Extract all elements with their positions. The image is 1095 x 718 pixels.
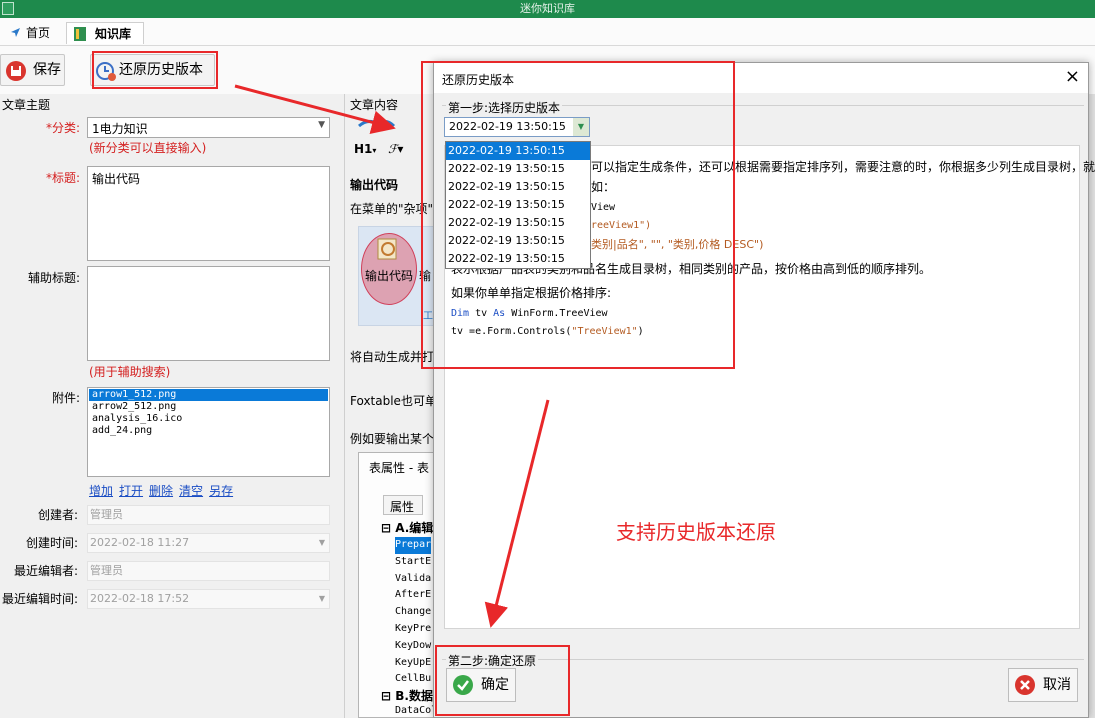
arrow-to-toolbar — [234, 84, 396, 134]
arrow-to-confirm — [484, 399, 550, 628]
annotation-arrows — [234, 84, 550, 628]
